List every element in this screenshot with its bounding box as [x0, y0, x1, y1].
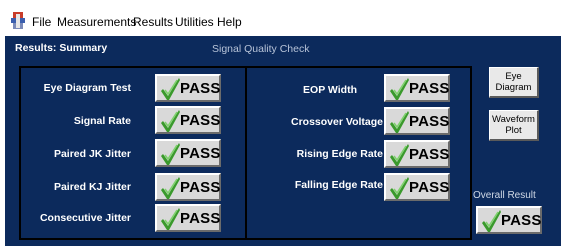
eye-diagram-line1: Eye — [505, 71, 522, 82]
pass-text: PASS — [409, 80, 450, 97]
test-label-consecutive-jitter: Consecutive Jitter — [39, 212, 131, 224]
waveform-plot-button-label: Waveform Plot — [492, 114, 535, 136]
pass-text: PASS — [180, 210, 221, 227]
checkmark-icon — [161, 177, 180, 199]
test-label-paired-kj-jitter: Paired KJ Jitter — [53, 181, 131, 193]
result-crossover-voltage[interactable]: PASS — [384, 107, 450, 135]
menu-bar: File Measurements Results Utilities Help — [0, 0, 561, 36]
checkmark-icon — [390, 111, 409, 133]
result-paired-kj-jitter[interactable]: PASS — [155, 173, 221, 201]
result-eop-width[interactable]: PASS — [384, 74, 450, 102]
eye-diagram-button-label: Eye Diagram — [496, 71, 532, 93]
menu-utilities[interactable]: Utilities — [175, 15, 214, 29]
result-eye-diagram-test[interactable]: PASS — [155, 74, 221, 102]
checkmark-icon — [161, 78, 180, 100]
test-label-eop-width: EOP Width — [303, 84, 357, 96]
panel-subtitle: Signal Quality Check — [212, 43, 310, 55]
checkmark-icon — [161, 208, 180, 230]
result-paired-jk-jitter[interactable]: PASS — [155, 139, 221, 167]
test-label-rising-edge-rate: Rising Edge Rate — [296, 148, 383, 160]
pass-text: PASS — [409, 179, 450, 196]
panel-title: Results: Summary — [15, 42, 108, 54]
menu-utilities-label: Utilities — [175, 15, 214, 29]
checkmark-icon — [390, 144, 409, 166]
test-label-signal-rate: Signal Rate — [73, 115, 131, 127]
overall-result-label: Overall Result — [473, 190, 536, 201]
test-label-crossover-voltage: Crossover Voltage — [290, 116, 383, 128]
checkmark-icon — [161, 110, 180, 132]
test-label-paired-jk-jitter: Paired JK Jitter — [53, 148, 131, 160]
eye-diagram-button[interactable]: Eye Diagram — [489, 67, 539, 98]
pass-text: PASS — [180, 112, 221, 129]
menu-measurements[interactable]: Measurements — [57, 15, 136, 29]
pass-text: PASS — [501, 212, 542, 229]
waveform-plot-button[interactable]: Waveform Plot — [489, 110, 539, 141]
menu-file-label: File — [32, 15, 52, 29]
waveform-plot-line2: Plot — [505, 125, 522, 136]
pass-text: PASS — [409, 113, 450, 130]
app-icon[interactable] — [10, 11, 26, 31]
menu-measurements-label: Measurements — [57, 15, 137, 29]
results-panel: Results: Summary Signal Quality Check Ey… — [5, 36, 561, 246]
checkmark-icon — [161, 143, 180, 165]
pass-text: PASS — [180, 80, 221, 97]
result-falling-edge-rate[interactable]: PASS — [384, 173, 450, 201]
pass-text: PASS — [180, 145, 221, 162]
checkmark-icon — [390, 177, 409, 199]
result-rising-edge-rate[interactable]: PASS — [384, 140, 450, 168]
test-label-falling-edge-rate: Falling Edge Rate — [294, 179, 383, 191]
checkmark-icon — [482, 210, 501, 232]
menu-help[interactable]: Help — [217, 15, 242, 29]
waveform-plot-line1: Waveform — [492, 114, 535, 125]
menu-results-label: Results — [133, 15, 174, 29]
eye-diagram-line2: Diagram — [495, 82, 532, 93]
test-label-eye-diagram: Eye Diagram Test — [43, 82, 131, 94]
pass-text: PASS — [409, 146, 450, 163]
pass-text: PASS — [180, 179, 221, 196]
result-consecutive-jitter[interactable]: PASS — [155, 204, 221, 232]
overall-result-button[interactable]: PASS — [476, 206, 542, 234]
menu-help-label: Help — [217, 15, 242, 29]
result-signal-rate[interactable]: PASS — [155, 106, 221, 134]
checkmark-icon — [390, 78, 409, 100]
menu-file[interactable]: File — [32, 15, 51, 29]
menu-results[interactable]: Results — [133, 15, 173, 29]
